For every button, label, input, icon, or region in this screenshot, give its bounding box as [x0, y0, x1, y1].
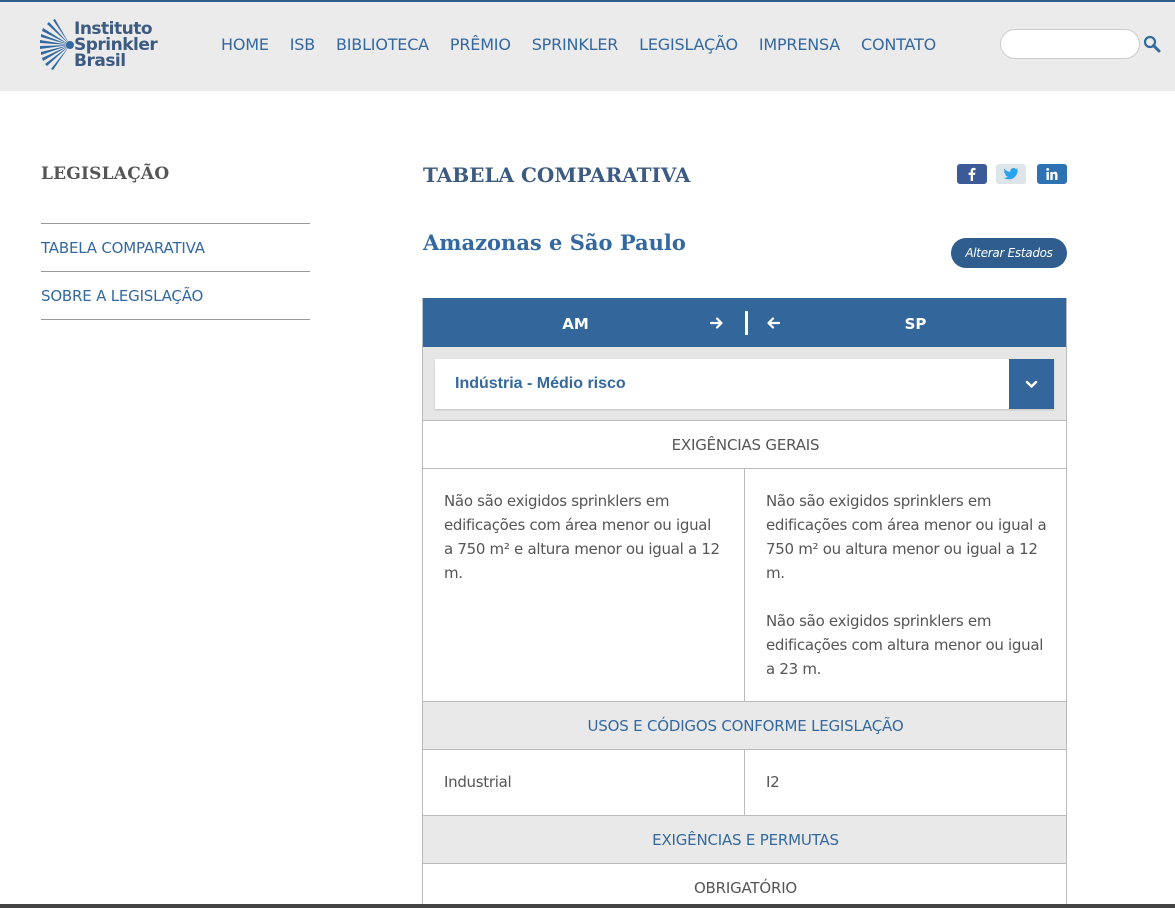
- site-logo[interactable]: Instituto Sprinkler Brasil: [40, 15, 170, 75]
- nav-sprinkler[interactable]: SPRINKLER: [532, 34, 619, 56]
- state-left-label: AM: [562, 315, 589, 333]
- share-facebook-button[interactable]: [957, 164, 987, 184]
- share-linkedin-button[interactable]: [1037, 164, 1067, 184]
- twitter-icon: [1004, 168, 1018, 180]
- section-requirements-exchanges: EXIGÊNCIAS E PERMUTAS: [423, 816, 1066, 864]
- search-icon[interactable]: [1143, 35, 1161, 53]
- logo-text: Instituto Sprinkler Brasil: [74, 21, 158, 71]
- section-uses-codes: USOS E CÓDIGOS CONFORME LEGISLAÇÃO: [423, 702, 1066, 750]
- nav-legislacao[interactable]: LEGISLAÇÃO: [639, 34, 738, 56]
- general-cell-right: Não são exigidos sprinklers em edificaçõ…: [745, 469, 1066, 701]
- state-right-label: SP: [904, 315, 927, 333]
- sidebar-item-tabela-comparativa[interactable]: TABELA COMPARATIVA: [41, 224, 310, 272]
- search-input[interactable]: [1000, 29, 1140, 59]
- sidebar-menu: TABELA COMPARATIVA SOBRE A LEGISLAÇÃO: [41, 223, 310, 320]
- category-select-button[interactable]: [1009, 359, 1054, 409]
- category-select-band: Indústria - Médio risco: [423, 347, 1066, 421]
- nav-premio[interactable]: PRÊMIO: [450, 34, 511, 56]
- uses-cell-left: Industrial: [423, 750, 745, 815]
- general-text-left: Não são exigidos sprinklers em edificaçõ…: [444, 492, 720, 582]
- linkedin-icon: [1046, 168, 1058, 180]
- header-divider: [745, 311, 748, 335]
- general-text-right-1: Não são exigidos sprinklers em edificaçõ…: [766, 492, 1047, 582]
- comparison-table: AM SP Indústria - Médio risco EXIGÊNCIAS…: [422, 298, 1067, 908]
- sidebar-item-sobre-legislacao[interactable]: SOBRE A LEGISLAÇÃO: [41, 272, 310, 320]
- change-states-button[interactable]: Alterar Estados: [951, 238, 1067, 268]
- page-title: TABELA COMPARATIVA: [423, 163, 691, 187]
- category-select-value: Indústria - Médio risco: [455, 375, 626, 392]
- general-cell-left: Não são exigidos sprinklers em edificaçõ…: [423, 469, 745, 701]
- arrow-right-icon: [710, 317, 723, 329]
- uses-cell-right: I2: [766, 773, 780, 791]
- nav-biblioteca[interactable]: BIBLIOTECA: [336, 34, 429, 56]
- category-select[interactable]: Indústria - Médio risco: [435, 359, 1054, 409]
- sidebar-title: LEGISLAÇÃO: [41, 164, 170, 184]
- nav-home[interactable]: HOME: [221, 34, 269, 56]
- section-mandatory: OBRIGATÓRIO: [423, 864, 1066, 908]
- chevron-down-icon: [1025, 380, 1038, 388]
- section-general-requirements: EXIGÊNCIAS GERAIS: [423, 421, 1066, 469]
- logo-line-3: Brasil: [74, 51, 126, 71]
- nav-imprensa[interactable]: IMPRENSA: [759, 34, 840, 56]
- share-twitter-button[interactable]: [996, 164, 1026, 184]
- sprinkler-logo-icon: [40, 19, 74, 70]
- facebook-icon: [968, 167, 976, 181]
- table-header: AM SP: [423, 298, 1066, 347]
- nav-isb[interactable]: ISB: [290, 34, 315, 56]
- general-requirements-row: Não são exigidos sprinklers em edificaçõ…: [423, 469, 1066, 702]
- main-nav: HOME ISB BIBLIOTECA PRÊMIO SPRINKLER LEG…: [221, 34, 957, 56]
- nav-contato[interactable]: CONTATO: [861, 34, 936, 56]
- bottom-bar: [0, 904, 1175, 908]
- states-title: Amazonas e São Paulo: [423, 230, 686, 255]
- general-text-right-2: Não são exigidos sprinklers em edificaçõ…: [766, 612, 1044, 678]
- uses-codes-row: Industrial I2: [423, 750, 1066, 816]
